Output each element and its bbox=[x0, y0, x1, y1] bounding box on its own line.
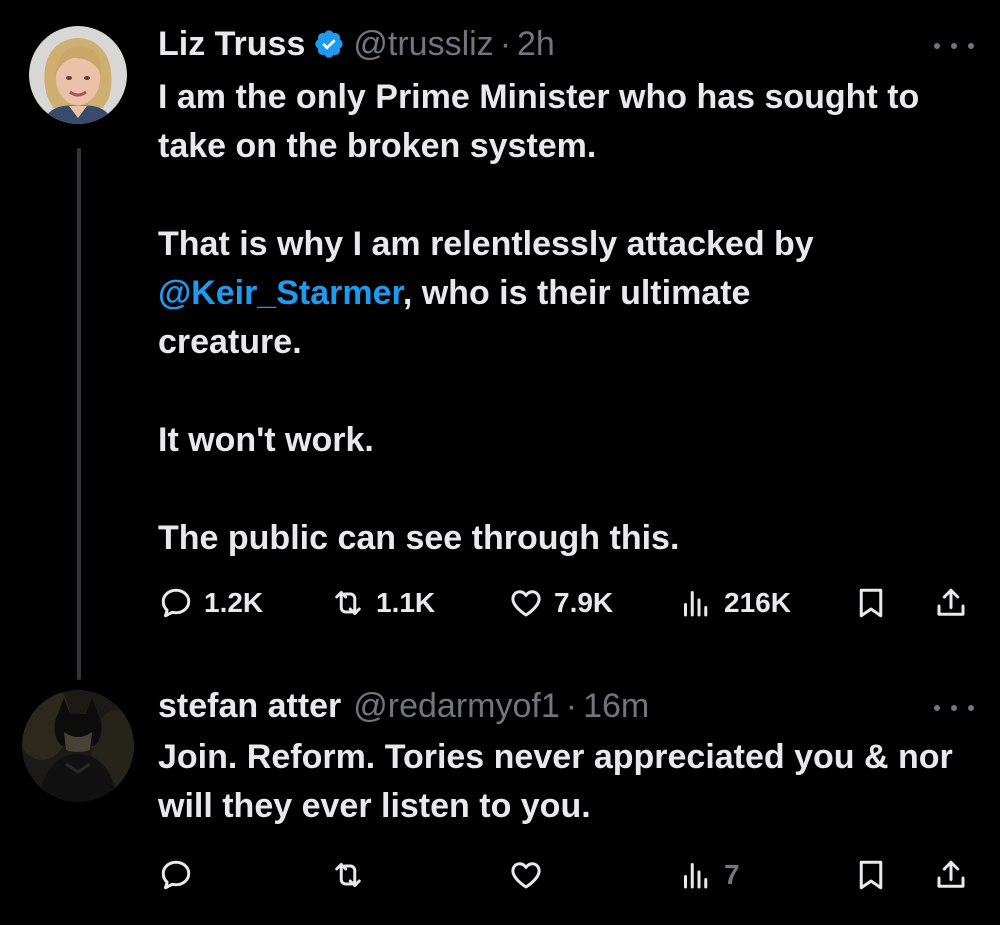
tweet-actions: 7 bbox=[158, 855, 976, 895]
author-handle[interactable]: @redarmyof1 bbox=[353, 686, 559, 726]
reply-icon bbox=[161, 588, 191, 618]
separator-dot: · bbox=[499, 25, 512, 63]
like-button[interactable] bbox=[508, 855, 544, 895]
reply-count: 1.2K bbox=[204, 587, 264, 618]
share-button[interactable] bbox=[933, 583, 969, 623]
share-icon bbox=[937, 588, 965, 616]
reply-button[interactable] bbox=[158, 855, 194, 895]
repost-button[interactable]: 1.1K bbox=[330, 583, 435, 623]
share-button[interactable] bbox=[933, 855, 969, 895]
tweet-actions: 1.2K 1.1K 7.9K 216K bbox=[158, 583, 976, 623]
avatar-photo-icon bbox=[22, 690, 134, 802]
repost-icon bbox=[335, 863, 361, 887]
tweet-paragraph: I am the only Prime Minister who has sou… bbox=[158, 78, 920, 165]
more-horizontal-icon[interactable] bbox=[934, 698, 974, 718]
view-count: 7 bbox=[724, 859, 740, 890]
author-name[interactable]: stefan atter bbox=[158, 686, 341, 726]
timestamp[interactable]: 16m bbox=[583, 686, 649, 726]
share-icon bbox=[937, 860, 965, 888]
tweet-liz-truss[interactable]: Liz Truss @trussliz · 2h I am the only P… bbox=[0, 0, 1000, 680]
views-button[interactable]: 7 bbox=[678, 855, 740, 895]
avatar[interactable] bbox=[22, 690, 134, 802]
separator-dot: · bbox=[565, 687, 578, 725]
view-count: 216K bbox=[724, 587, 791, 618]
bookmark-icon bbox=[859, 860, 883, 890]
tweet-reply[interactable]: stefan atter @redarmyof1 · 16m Join. Ref… bbox=[0, 680, 1000, 925]
avatar-photo-icon bbox=[29, 26, 127, 124]
tweet-text: I am the only Prime Minister who has sou… bbox=[158, 73, 978, 563]
tweet-paragraph: Join. Reform. Tories never appreciated y… bbox=[158, 738, 953, 825]
bookmark-icon bbox=[859, 588, 883, 618]
analytics-icon bbox=[684, 591, 708, 617]
tweet-header: Liz Truss @trussliz · 2h bbox=[158, 24, 555, 64]
thread-connector-line bbox=[77, 148, 81, 680]
views-button[interactable]: 216K bbox=[678, 583, 791, 623]
repost-count: 1.1K bbox=[376, 587, 436, 618]
tweet-text-segment: That is why I am relentlessly attacked b… bbox=[158, 225, 814, 263]
mention-link[interactable]: @Keir_Starmer bbox=[158, 274, 403, 312]
repost-button[interactable] bbox=[330, 855, 366, 895]
tweet-paragraph: It won't work. bbox=[158, 421, 374, 459]
tweet-paragraph: The public can see through this. bbox=[158, 519, 680, 557]
heart-icon bbox=[511, 590, 541, 617]
tweet-text: Join. Reform. Tories never appreciated y… bbox=[158, 733, 968, 831]
repost-icon bbox=[335, 591, 361, 615]
like-button[interactable]: 7.9K bbox=[508, 583, 613, 623]
author-handle[interactable]: @trussliz bbox=[353, 24, 493, 64]
tweet-paragraph: That is why I am relentlessly attacked b… bbox=[158, 220, 868, 367]
analytics-icon bbox=[684, 863, 708, 889]
author-name[interactable]: Liz Truss bbox=[158, 24, 305, 64]
reply-button[interactable]: 1.2K bbox=[158, 583, 263, 623]
reply-icon bbox=[161, 860, 191, 890]
more-horizontal-icon[interactable] bbox=[934, 36, 974, 56]
verified-badge-icon bbox=[313, 28, 345, 60]
tweet-header: stefan atter @redarmyof1 · 16m bbox=[158, 686, 649, 726]
timestamp[interactable]: 2h bbox=[517, 24, 555, 64]
avatar[interactable] bbox=[29, 26, 127, 124]
bookmark-button[interactable] bbox=[853, 583, 889, 623]
bookmark-button[interactable] bbox=[853, 855, 889, 895]
like-count: 7.9K bbox=[554, 587, 614, 618]
heart-icon bbox=[511, 862, 541, 889]
